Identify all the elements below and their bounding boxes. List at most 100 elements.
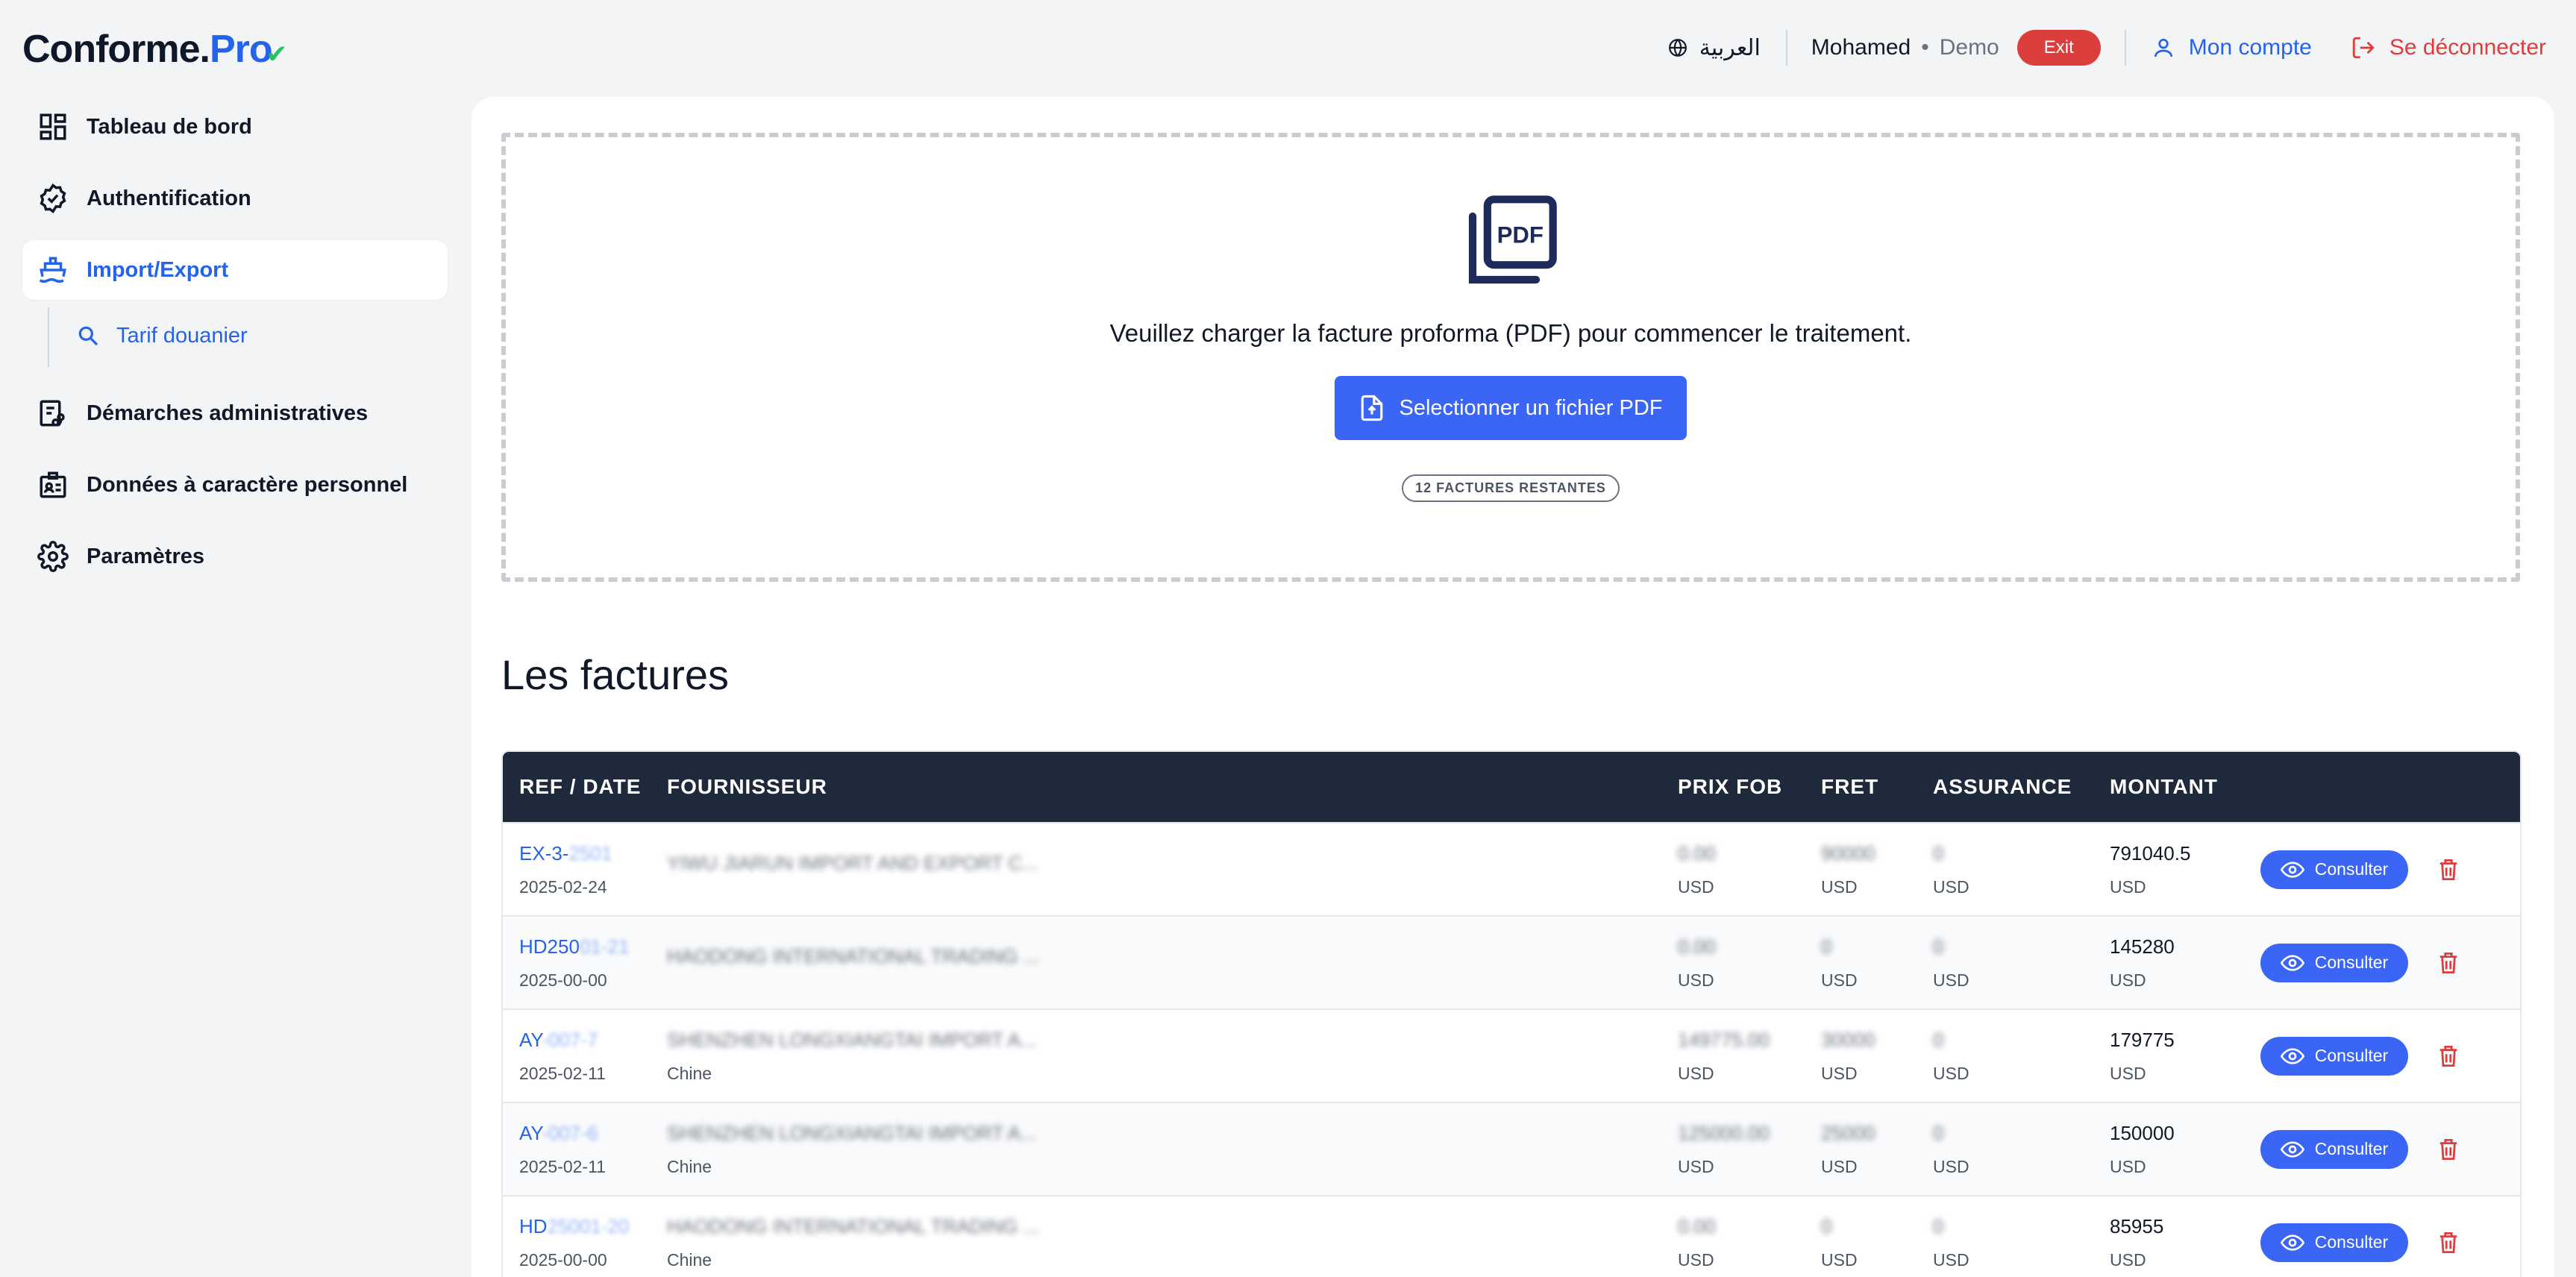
montant-value: 179775	[2110, 1028, 2175, 1051]
currency: USD	[1678, 876, 1714, 897]
col-montant: MONTANT	[2110, 775, 2218, 798]
sidebar-item-label: Import/Export	[87, 257, 229, 282]
supplier-name: SHENZHEN LONGXIANGTAI IMPORT A...	[667, 1028, 1037, 1051]
cell-assurance: 0 USD	[1933, 1122, 2110, 1177]
consult-label: Consulter	[2314, 1046, 2389, 1065]
invoice-ref-link[interactable]: AY-007-7	[519, 1029, 667, 1052]
supplier-name: YIWU JIARUN IMPORT AND EXPORT C...	[667, 852, 1038, 874]
cell-assurance: 0 USD	[1933, 842, 2110, 897]
consult-button[interactable]: Consulter	[2260, 1223, 2408, 1262]
assurance-value: 0	[1933, 1214, 1944, 1237]
trash-icon[interactable]	[2438, 858, 2459, 882]
account-link[interactable]: Mon compte	[2126, 35, 2351, 60]
trash-icon[interactable]	[2438, 951, 2459, 975]
supplier-name: SHENZHEN LONGXIANGTAI IMPORT A...	[667, 1121, 1037, 1144]
brand-logo[interactable]: Conforme. Pro ✔	[22, 27, 287, 72]
currency: USD	[1933, 876, 1969, 897]
consult-button[interactable]: Consulter	[2260, 1129, 2408, 1169]
user-role: Demo	[1939, 35, 1999, 60]
invoice-ref-link[interactable]: EX-3-2501	[519, 842, 667, 865]
eye-icon	[2280, 1140, 2304, 1158]
cell-assurance: 0 USD	[1933, 1215, 2110, 1270]
cell-fob: 0.00 USD	[1678, 842, 1821, 897]
fret-value: 90000	[1821, 841, 1875, 865]
invoices-table: REF / DATE FOURNISSEUR PRIX FOB FRET ASS…	[501, 750, 2522, 1277]
select-pdf-button[interactable]: Selectionner un fichier PDF	[1335, 376, 1687, 440]
account-label: Mon compte	[2188, 35, 2312, 60]
invoice-ref-link[interactable]: HD25001-21	[519, 935, 667, 958]
trash-icon[interactable]	[2438, 1044, 2459, 1068]
cell-fret: 25000 USD	[1821, 1122, 1933, 1177]
assurance-value: 0	[1933, 1028, 1944, 1051]
pdf-dropzone[interactable]: PDF Veuillez charger la facture proforma…	[501, 133, 2520, 582]
logout-label: Se déconnecter	[2389, 35, 2546, 60]
invoice-ref-link[interactable]: HD25001-20	[519, 1215, 667, 1238]
fret-value: 0	[1821, 1214, 1832, 1237]
brand-part1: Conforme.	[22, 28, 210, 71]
sidebar-item-authentification[interactable]: Authentification	[22, 169, 448, 228]
cell-fret: 0 USD	[1821, 1215, 1933, 1270]
sidebar-item-label: Authentification	[87, 186, 251, 210]
cell-supplier: HAODONG INTERNATIONAL TRADING ... Chine	[667, 1215, 1678, 1270]
montant-value: 85955	[2110, 1214, 2164, 1237]
invoice-date: 2025-00-00	[519, 1249, 607, 1270]
cell-montant: 179775 USD	[2110, 1029, 2260, 1084]
sidebar-subitem-tarif[interactable]: Tarif douanier	[76, 312, 448, 360]
fob-value: 149775.00	[1678, 1028, 1770, 1051]
logout-link[interactable]: Se déconnecter	[2351, 35, 2546, 60]
currency: USD	[1821, 970, 1858, 990]
montant-value: 150000	[2110, 1121, 2175, 1144]
currency: USD	[1933, 970, 1969, 990]
cell-assurance: 0 USD	[1933, 935, 2110, 991]
search-icon	[78, 326, 98, 346]
cell-ref: EX-3-2501 2025-02-24	[503, 842, 667, 897]
cell-ref: AY-007-7 2025-02-11	[503, 1029, 667, 1084]
sidebar-item-dashboard[interactable]: Tableau de bord	[22, 97, 448, 157]
col-fob: PRIX FOB	[1678, 775, 1783, 798]
fob-value: 0.00	[1678, 841, 1716, 865]
currency: USD	[1678, 1063, 1714, 1083]
consult-button[interactable]: Consulter	[2260, 1036, 2408, 1076]
currency: USD	[1678, 970, 1714, 990]
ref-visible: EX-3-	[519, 841, 569, 865]
sidebar-item-donnees[interactable]: Données à caractère personnel	[22, 455, 448, 515]
cell-ref: HD25001-20 2025-00-00	[503, 1215, 667, 1270]
consult-label: Consulter	[2314, 859, 2389, 879]
cell-supplier: YIWU JIARUN IMPORT AND EXPORT C...	[667, 852, 1678, 887]
assurance-value: 0	[1933, 841, 1944, 865]
consult-button[interactable]: Consulter	[2260, 943, 2408, 982]
table-header: REF / DATE FOURNISSEUR PRIX FOB FRET ASS…	[503, 752, 2520, 822]
cell-montant: 150000 USD	[2110, 1122, 2260, 1177]
top-header: Conforme. Pro ✔ العربية Mohamed • Demo Exi…	[0, 0, 2576, 95]
currency: USD	[1933, 1063, 1969, 1083]
table-row: AY-007-6 2025-02-11 SHENZHEN LONGXIANGTA…	[503, 1102, 2520, 1195]
sidebar-item-label: Données à caractère personnel	[87, 472, 408, 497]
ref-visible: AY	[519, 1028, 542, 1051]
sidebar-subitem-label: Tarif douanier	[116, 323, 248, 348]
sidebar-item-demarches[interactable]: Démarches administratives	[22, 383, 448, 443]
supplier-country: Chine	[667, 1249, 712, 1270]
cell-montant: 145280 USD	[2110, 935, 2260, 991]
eye-icon	[2280, 1047, 2304, 1064]
dashboard-icon	[40, 113, 66, 140]
sidebar-subnav: Tarif douanier	[48, 307, 448, 367]
consult-button[interactable]: Consulter	[2260, 850, 2408, 889]
ref-visible: AY	[519, 1121, 542, 1144]
col-assurance: ASSURANCE	[1933, 775, 2072, 798]
ref-visible: HD250	[519, 935, 580, 958]
invoice-ref-link[interactable]: AY-007-6	[519, 1122, 667, 1145]
sidebar-item-parametres[interactable]: Paramètres	[22, 527, 448, 586]
user-separator: •	[1921, 35, 1929, 60]
trash-icon[interactable]	[2438, 1231, 2459, 1255]
sidebar-item-import-export[interactable]: Import/Export	[22, 240, 448, 300]
check-icon: ✔	[266, 40, 287, 69]
user-icon	[2154, 39, 2172, 57]
trash-icon[interactable]	[2438, 1138, 2459, 1161]
supplier-name: HAODONG INTERNATIONAL TRADING ...	[667, 1214, 1040, 1237]
currency: USD	[1821, 1156, 1858, 1176]
fret-value: 25000	[1821, 1121, 1875, 1144]
exit-button[interactable]: Exit	[2016, 30, 2101, 66]
ref-redacted: 25001-20	[547, 1214, 630, 1237]
language-switcher[interactable]: العربية	[1668, 35, 1786, 61]
cell-assurance: 0 USD	[1933, 1029, 2110, 1084]
